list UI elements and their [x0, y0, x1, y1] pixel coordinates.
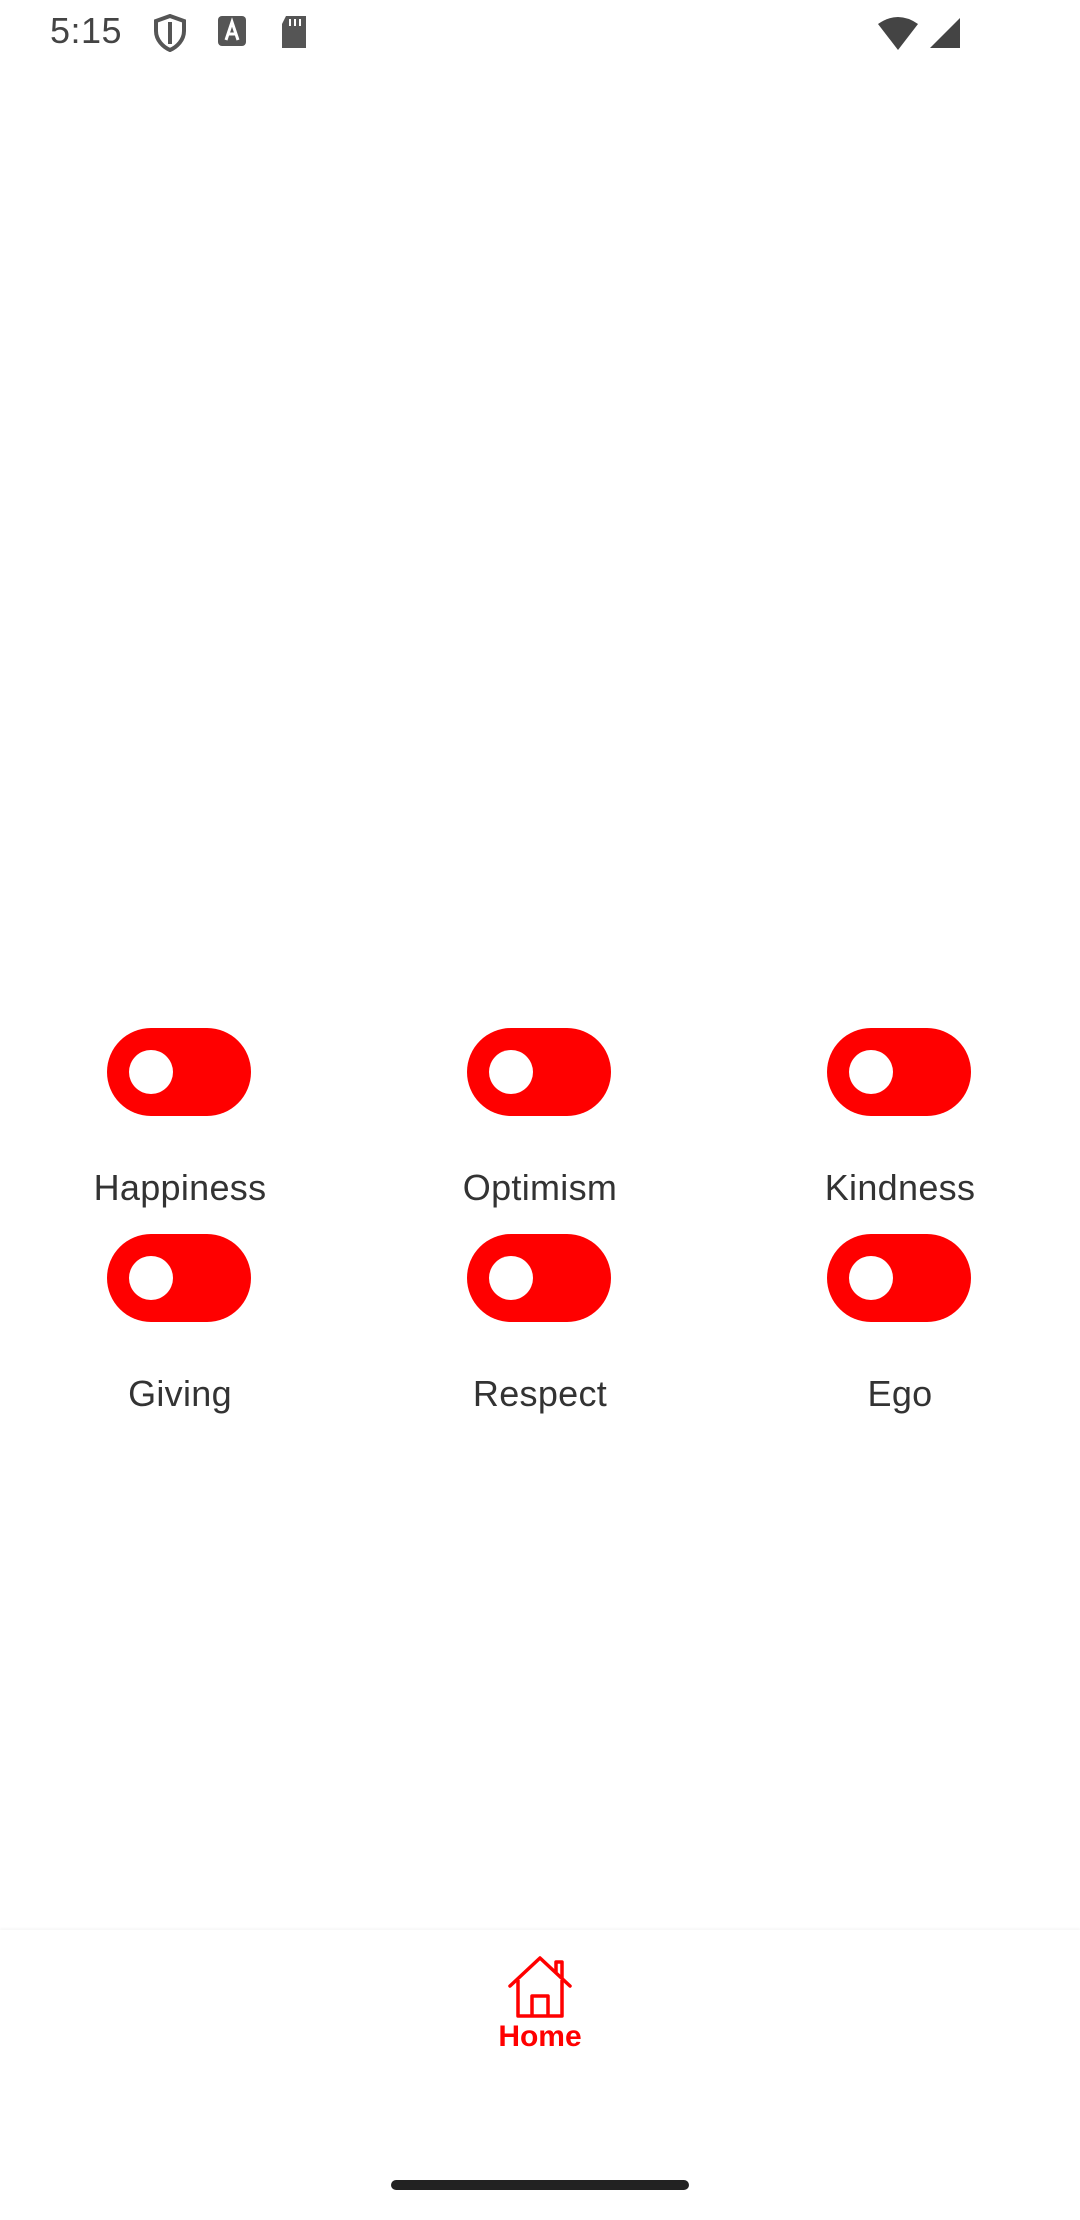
respect-label: Respect — [472, 1373, 608, 1414]
a-icon — [216, 14, 248, 53]
nav-home-button[interactable]: Home — [480, 1952, 600, 2062]
toggle-cell-ego: Ego — [720, 1234, 1080, 1440]
happiness-toggle[interactable] — [107, 1028, 251, 1116]
status-time: 5:15 — [50, 10, 123, 51]
kindness-label: Kindness — [824, 1167, 976, 1208]
bottom-navigation: Home — [0, 1930, 1080, 2220]
sd-card-icon — [278, 14, 310, 55]
toggle-knob — [849, 1050, 893, 1094]
ego-label: Ego — [867, 1373, 933, 1414]
home-icon — [508, 1956, 572, 2018]
optimism-toggle[interactable] — [467, 1028, 611, 1116]
toggle-knob — [129, 1050, 173, 1094]
toggle-cell-happiness: Happiness — [0, 1028, 360, 1234]
giving-toggle[interactable] — [107, 1234, 251, 1322]
toggle-cell-kindness: Kindness — [720, 1028, 1080, 1234]
happiness-label: Happiness — [93, 1167, 267, 1208]
optimism-label: Optimism — [462, 1167, 618, 1208]
toggle-knob — [489, 1050, 533, 1094]
status-bar: 5:15 — [0, 0, 1080, 66]
shield-icon — [152, 13, 188, 57]
toggle-knob — [129, 1256, 173, 1300]
toggle-knob — [489, 1256, 533, 1300]
toggle-cell-respect: Respect — [360, 1234, 720, 1440]
toggle-knob — [849, 1256, 893, 1300]
toggle-cell-giving: Giving — [0, 1234, 360, 1440]
signal-icon — [928, 16, 962, 55]
gesture-navigation-bar[interactable] — [391, 2180, 689, 2190]
home-label: Home — [498, 2020, 582, 2053]
ego-toggle[interactable] — [827, 1234, 971, 1322]
kindness-toggle[interactable] — [827, 1028, 971, 1116]
wifi-icon — [876, 16, 920, 57]
respect-toggle[interactable] — [467, 1234, 611, 1322]
giving-label: Giving — [128, 1373, 232, 1414]
toggle-cell-optimism: Optimism — [360, 1028, 720, 1234]
